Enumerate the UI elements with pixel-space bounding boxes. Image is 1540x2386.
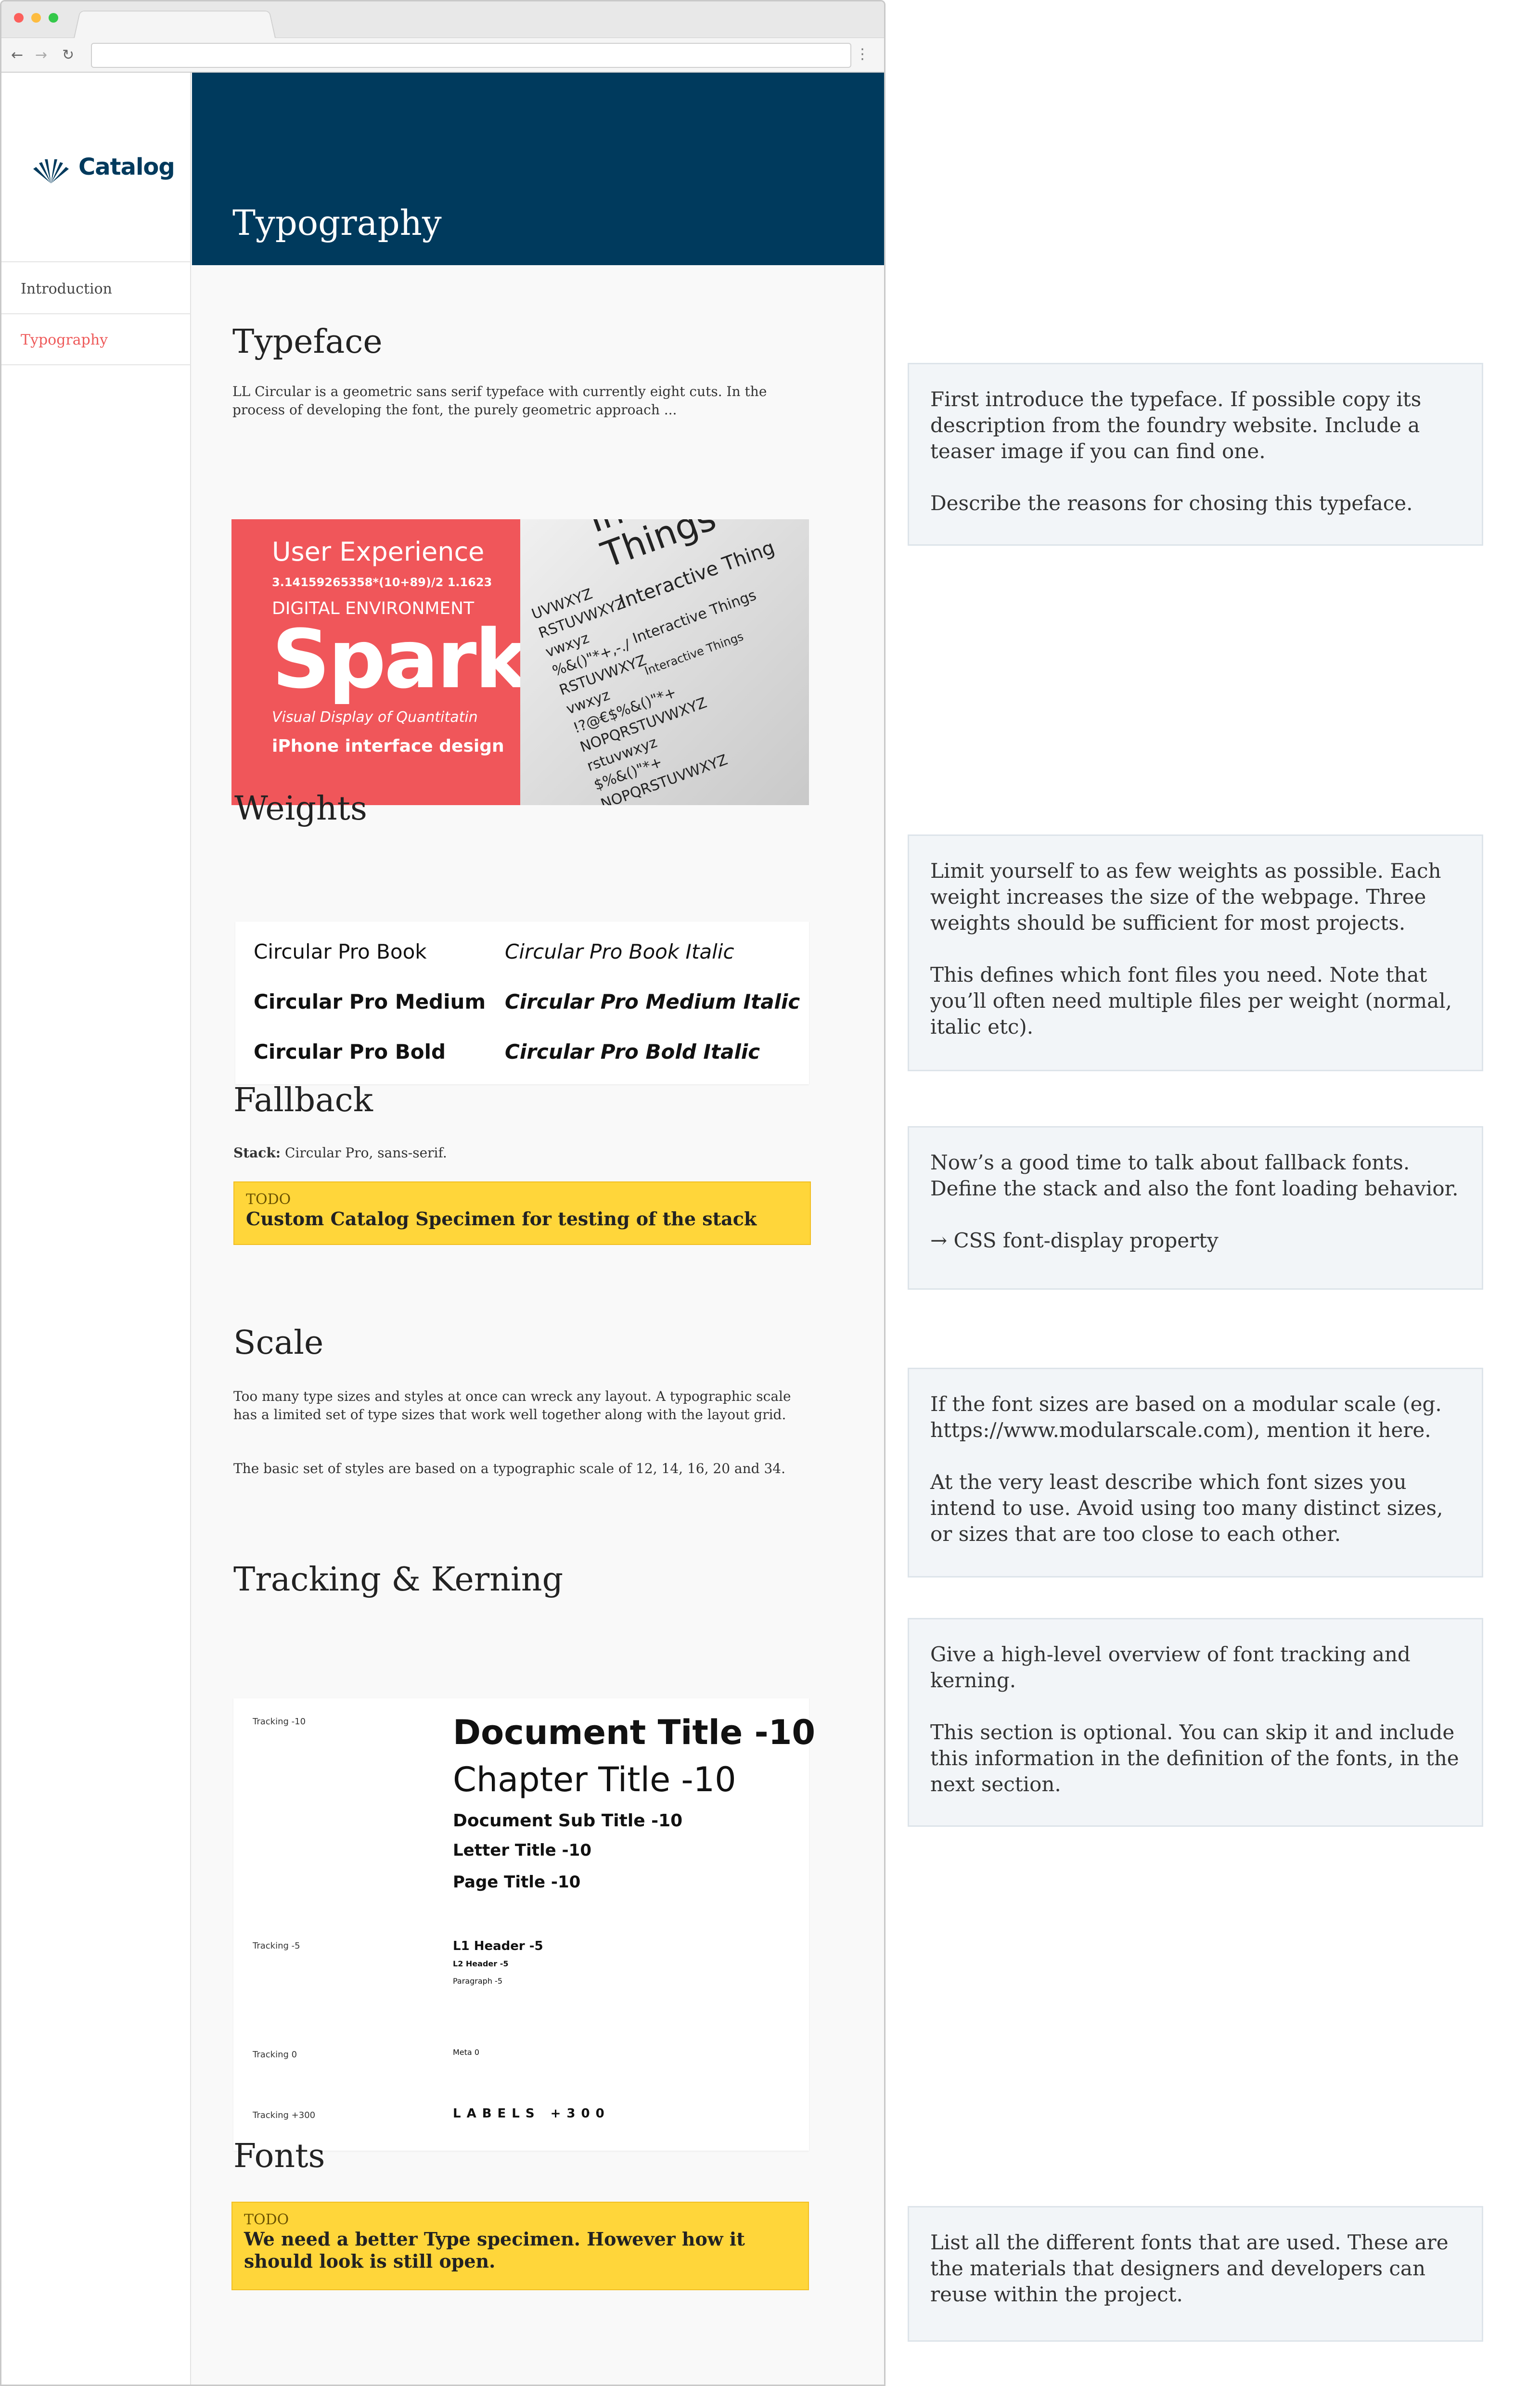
sidebar-divider [1,364,191,365]
page-header: Typography [192,73,884,265]
todo-label: TODO [246,1191,291,1208]
fallback-stack: Stack: Circular Pro, sans-serif. [233,1144,447,1162]
sample-document-subtitle: Document Sub Title -10 [453,1811,683,1831]
stack-label: Stack: [233,1145,281,1161]
reload-icon[interactable]: ↻ [62,47,74,64]
sample-l2-header: L2 Header -5 [453,1959,509,1968]
weight-bold: Circular Pro Bold [254,1040,446,1064]
sample-letter-title: Letter Title -10 [453,1841,591,1860]
section-heading-fallback: Fallback [233,1081,373,1119]
sidebar-item-typography[interactable]: Typography [21,332,108,348]
weight-medium: Circular Pro Medium [254,990,486,1013]
teaser-iphone-text: iPhone interface design [272,736,504,756]
section-heading-weights: Weights [234,790,367,828]
note-text: List all the different fonts that are us… [930,2231,1449,2306]
sample-document-title: Document Title -10 [453,1713,816,1752]
note-scale: If the font sizes are based on a modular… [908,1368,1483,1578]
note-fonts: List all the different fonts that are us… [908,2206,1483,2342]
note-text: If the font sizes are based on a modular… [930,1392,1443,1546]
stack-value: Circular Pro, sans-serif. [285,1145,447,1161]
sidebar-divider [1,261,191,262]
scale-description: Too many type sizes and styles at once c… [233,1388,791,1423]
typeface-description: LL Circular is a geometric sans serif ty… [232,384,767,418]
todo-text: Custom Catalog Specimen for testing of t… [246,1208,757,1230]
fonts-todo: TODO We need a better Type specimen. How… [231,2202,809,2290]
browser-menu-icon[interactable]: ⋮ [855,46,870,63]
page-title: Typography [232,203,442,243]
back-arrow-icon[interactable]: ← [11,47,23,64]
weight-bold-italic: Circular Pro Bold Italic [505,1040,760,1064]
note-text: Now’s a good time to talk about fallback… [930,1151,1459,1252]
minimize-window-button[interactable] [31,13,41,23]
note-text: First introduce the typeface. If possibl… [930,387,1422,515]
tracking-label: Tracking -5 [253,1941,300,1951]
tracking-card: Tracking -10 Document Title -10 Chapter … [233,1698,815,2151]
sample-labels: LABELS +300 [453,2106,610,2121]
teaser-number-text: 3.14159265358*(10+89)/2 1.1623 [272,576,492,589]
tracking-label: Tracking 0 [253,2050,297,2060]
sample-paragraph: Paragraph -5 [453,1976,502,1986]
note-text: Give a high-level overview of font track… [930,1642,1459,1796]
sample-meta: Meta 0 [453,2048,479,2057]
address-bar[interactable] [91,43,851,68]
tracking-label: Tracking +300 [253,2110,316,2120]
catalog-logo-icon [33,159,69,183]
teaser-red-panel: User Experience 3.14159265358*(10+89)/2 … [231,519,528,805]
todo-label: TODO [244,2211,289,2228]
teaser-spark-text: Spark [272,612,528,706]
fallback-todo: TODO Custom Catalog Specimen for testing… [233,1181,811,1245]
teaser-specimen-photo: UVWXYZ RSTUVWXYZ vwxyz %&()"*+,-./ RSTUV… [520,519,809,805]
forward-arrow-icon[interactable]: → [35,47,47,64]
maximize-window-button[interactable] [49,13,58,23]
note-fallback: Now’s a good time to talk about fallback… [908,1126,1483,1290]
sample-page-title: Page Title -10 [453,1873,581,1892]
section-heading-typeface: Typeface [232,323,383,361]
sample-l1-header: L1 Header -5 [453,1939,543,1953]
sample-chapter-title: Chapter Title -10 [453,1760,736,1799]
teaser-ux-text: User Experience [272,537,485,567]
close-window-button[interactable] [14,13,24,23]
catalog-logo[interactable]: Catalog [30,150,175,184]
note-typeface: First introduce the typeface. If possibl… [908,363,1483,546]
weight-book: Circular Pro Book [254,940,427,963]
note-tracking: Give a high-level overview of font track… [908,1618,1483,1827]
note-weights: Limit yourself to as few weights as poss… [908,834,1483,1071]
teaser-visual-text: Visual Display of Quantitatin [272,709,478,726]
weights-card: Circular Pro Book Circular Pro Book Ital… [235,922,809,1084]
section-heading-scale: Scale [233,1324,324,1362]
sidebar-divider [1,313,191,314]
browser-tab[interactable] [74,11,276,38]
section-heading-tracking: Tracking & Kerning [233,1561,564,1599]
logo-text: Catalog [78,154,175,180]
scale-styles: The basic set of styles are based on a t… [233,1461,786,1476]
weight-book-italic: Circular Pro Book Italic [505,940,734,963]
sidebar-item-introduction[interactable]: Introduction [21,281,112,297]
section-heading-fonts: Fonts [233,2137,325,2175]
sidebar: Catalog Introduction Typography [1,73,191,2385]
catalog-page: Catalog Introduction Typography Typograp… [1,73,884,2385]
todo-text: We need a better Type specimen. However … [244,2228,745,2272]
note-text: Limit yourself to as few weights as poss… [930,859,1452,1039]
typeface-teaser-image: User Experience 3.14159265358*(10+89)/2 … [231,519,809,805]
browser-titlebar [1,1,884,38]
browser-toolbar: ← → ↻ ⋮ [1,38,884,73]
tracking-label: Tracking -10 [253,1717,306,1727]
weight-medium-italic: Circular Pro Medium Italic [505,990,800,1013]
browser-window: ← → ↻ ⋮ Catalog Introduction Typography … [0,0,886,2386]
